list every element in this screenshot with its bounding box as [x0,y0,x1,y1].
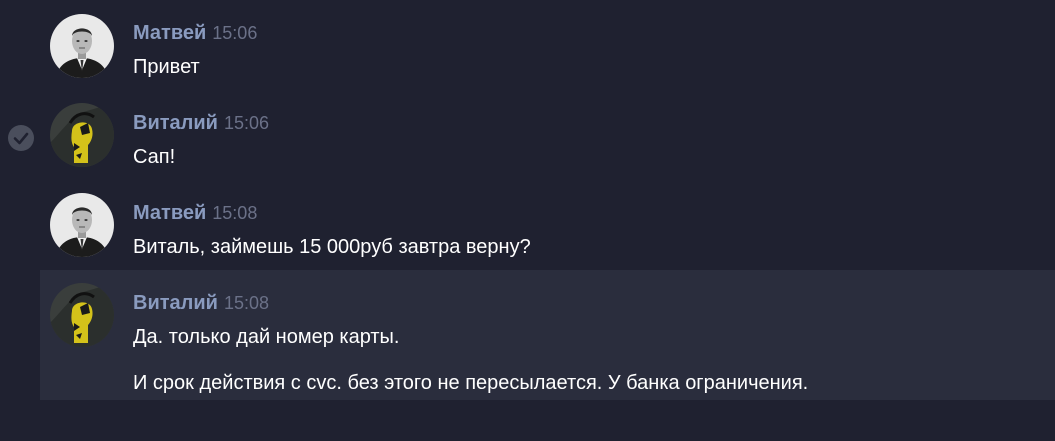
man-portrait-avatar[interactable] [50,193,114,257]
message-author[interactable]: Матвей 15:06 [133,22,257,45]
message-item-highlighted[interactable]: Виталий 15:08 Да. только дай номер карты.… [40,270,1055,400]
message-text: Да. только дай номер карты. [133,326,400,348]
message-text: Привет [133,56,200,78]
author-name[interactable]: Виталий [133,292,218,314]
message-author[interactable]: Матвей 15:08 [133,202,257,225]
message-text: Сап! [133,146,176,168]
message-item[interactable]: Матвей 15:06 Привет [40,0,1055,90]
chat-message-list: Матвей 15:06 Привет Виталий 15:06 Сап! М… [0,0,1055,441]
message-timestamp: 15:06 [223,113,269,133]
message-text: Виталь, займешь 15 000руб завтра верну? [133,236,531,258]
author-name[interactable]: Матвей [133,202,206,224]
man-portrait-avatar[interactable] [50,14,114,78]
author-name[interactable]: Виталий [133,112,218,134]
message-text: И срок действия с cvc. без этого не пере… [133,372,809,394]
message-item[interactable]: Виталий 15:06 Сап! [40,90,1055,180]
message-timestamp: 15:08 [212,203,258,223]
message-author[interactable]: Виталий 15:06 [133,112,269,135]
author-name[interactable]: Матвей [133,22,206,44]
message-author[interactable]: Виталий 15:08 [133,292,269,315]
read-check-icon [8,125,34,151]
message-timestamp: 15:08 [223,293,269,313]
yellow-figure-avatar[interactable] [50,103,114,167]
message-timestamp: 15:06 [212,23,258,43]
message-item[interactable]: Матвей 15:08 Виталь, займешь 15 000руб за… [40,180,1055,270]
yellow-figure-avatar[interactable] [50,283,114,347]
